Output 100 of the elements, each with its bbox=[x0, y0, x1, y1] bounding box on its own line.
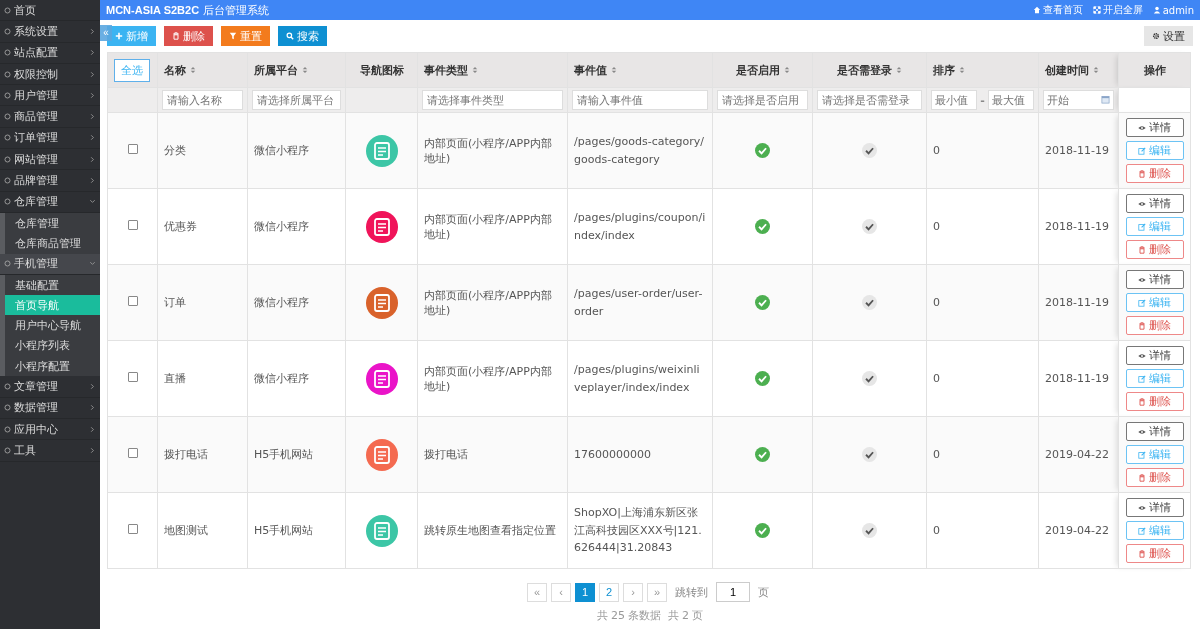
row-action-button[interactable]: 删除 bbox=[1125, 316, 1184, 335]
eye-icon bbox=[1138, 351, 1146, 360]
eye-icon bbox=[1138, 199, 1146, 208]
date-field[interactable]: 开始 bbox=[1043, 90, 1114, 110]
column-header: 创建时间 bbox=[1045, 62, 1089, 78]
min-field[interactable]: 最小值 bbox=[931, 90, 978, 110]
header-link[interactable]: 查看首页 bbox=[1032, 3, 1083, 17]
filter-field[interactable]: 请选择事件类型 bbox=[422, 90, 563, 110]
row-action-button[interactable]: 删除 bbox=[1125, 240, 1184, 259]
table-cell: 0 bbox=[933, 448, 940, 461]
row-checkbox[interactable] bbox=[127, 372, 138, 382]
filter-field[interactable]: 请选择所属平台 bbox=[252, 90, 341, 110]
row-action-button[interactable]: 详情 bbox=[1125, 194, 1184, 213]
toolbar-button[interactable]: 删除 bbox=[164, 26, 213, 46]
sidebar-item[interactable]: 文章管理 bbox=[0, 376, 100, 398]
search-icon bbox=[286, 32, 294, 40]
page-button[interactable]: 1 bbox=[575, 582, 595, 602]
filter-field[interactable]: 请输入名称 bbox=[162, 90, 243, 110]
table-cell: 地图测试 bbox=[164, 524, 208, 537]
table-cell: 直播 bbox=[164, 372, 186, 385]
column-header: 操作 bbox=[1143, 62, 1166, 78]
edit-icon bbox=[1138, 450, 1146, 459]
column-header: 名称 bbox=[164, 62, 186, 78]
trash-icon bbox=[172, 32, 180, 40]
row-action-button[interactable]: 删除 bbox=[1125, 468, 1184, 487]
brand-title: MCN-ASIA S2B2C bbox=[106, 4, 200, 16]
row-checkbox[interactable] bbox=[127, 524, 138, 534]
table-cell: 2019-04-22 bbox=[1045, 524, 1109, 537]
row-checkbox[interactable] bbox=[127, 296, 138, 306]
sidebar-subitem[interactable]: 仓库管理 bbox=[0, 212, 100, 234]
table-cell: 17600000000 bbox=[574, 447, 651, 461]
row-action-button[interactable]: 删除 bbox=[1125, 544, 1184, 563]
sort-icon[interactable] bbox=[959, 66, 965, 74]
table-cell: 内部页面(小程序/APP内部地址) bbox=[424, 288, 552, 317]
sidebar-subitem[interactable]: 用户中心导航 bbox=[0, 315, 100, 336]
sidebar-item[interactable]: 网站管理 bbox=[0, 149, 100, 171]
row-checkbox[interactable] bbox=[127, 144, 138, 154]
chevron-down-icon bbox=[89, 198, 96, 206]
circle-icon bbox=[4, 425, 11, 433]
sidebar-item[interactable]: 站点配置 bbox=[0, 42, 100, 64]
row-action-button[interactable]: 详情 bbox=[1125, 346, 1184, 365]
table-cell: 内部页面(小程序/APP内部地址) bbox=[424, 212, 552, 241]
filter-field[interactable]: 请选择是否启用 bbox=[717, 90, 808, 110]
table-cell: 分类 bbox=[164, 144, 186, 157]
edit-icon bbox=[1138, 222, 1146, 231]
filter-field[interactable]: 请选择是否需登录 bbox=[817, 90, 922, 110]
page-button[interactable]: 2 bbox=[599, 582, 619, 602]
sidebar-item[interactable]: 权限控制 bbox=[0, 63, 100, 86]
sort-icon[interactable] bbox=[190, 66, 196, 74]
sidebar-item[interactable]: 品牌管理 bbox=[0, 170, 100, 192]
plus-icon bbox=[115, 32, 123, 40]
expand-icon bbox=[1092, 6, 1101, 14]
filter-field[interactable]: 请输入事件值 bbox=[572, 90, 708, 110]
jump-label: 跳转到 bbox=[675, 584, 708, 600]
circle-icon bbox=[4, 27, 11, 35]
sort-icon[interactable] bbox=[783, 66, 790, 74]
table-cell: 内部页面(小程序/APP内部地址) bbox=[424, 364, 552, 393]
sidebar-item[interactable]: 仓库管理 bbox=[0, 191, 100, 213]
sidebar-subitem[interactable]: 基础配置 bbox=[0, 274, 100, 296]
sidebar-subitem[interactable]: 小程序列表 bbox=[0, 335, 100, 357]
max-field[interactable]: 最大值 bbox=[987, 90, 1034, 110]
column-header: 事件类型 bbox=[424, 62, 468, 78]
table-cell: 订单 bbox=[164, 296, 186, 309]
row-action-button[interactable]: 详情 bbox=[1125, 498, 1184, 517]
page-input[interactable]: 1 bbox=[716, 582, 750, 602]
sidebar-item[interactable]: 应用中心 bbox=[0, 418, 100, 441]
circle-icon bbox=[4, 6, 11, 14]
row-action-button[interactable]: 详情 bbox=[1125, 118, 1184, 137]
header-link[interactable]: 开启全屏 bbox=[1092, 3, 1143, 17]
circle-icon bbox=[4, 113, 11, 121]
circle-icon bbox=[4, 49, 11, 57]
settings-button[interactable]: 设置 bbox=[1144, 26, 1193, 46]
row-action-button[interactable]: 删除 bbox=[1125, 164, 1184, 183]
sidebar-item[interactable]: 数据管理 bbox=[0, 397, 100, 419]
sort-icon[interactable] bbox=[302, 66, 308, 74]
sidebar-item[interactable]: 订单管理 bbox=[0, 127, 100, 150]
column-header: 排序 bbox=[933, 62, 955, 78]
row-checkbox[interactable] bbox=[127, 220, 138, 230]
sidebar-subitem[interactable]: 仓库商品管理 bbox=[0, 233, 100, 254]
sort-icon[interactable] bbox=[611, 66, 617, 74]
sort-icon[interactable] bbox=[896, 66, 902, 74]
sort-icon[interactable] bbox=[1093, 66, 1099, 74]
row-action-button[interactable]: 删除 bbox=[1125, 392, 1184, 411]
sidebar-item[interactable]: 工具 bbox=[0, 440, 100, 462]
header-link[interactable]: admin bbox=[1152, 3, 1194, 17]
row-action-button[interactable]: 详情 bbox=[1125, 422, 1184, 441]
table-cell: 2018-11-19 bbox=[1045, 296, 1109, 309]
sort-icon[interactable] bbox=[472, 66, 478, 74]
table-cell: 跳转原生地图查看指定位置 bbox=[424, 524, 556, 537]
toolbar-button[interactable]: 搜索 bbox=[278, 26, 327, 46]
row-checkbox[interactable] bbox=[127, 448, 138, 458]
sidebar-item[interactable]: 手机管理 bbox=[0, 253, 100, 275]
row-action-button[interactable]: 详情 bbox=[1125, 270, 1184, 289]
sidebar-subitem[interactable]: 小程序配置 bbox=[0, 356, 100, 377]
sidebar-item[interactable]: 用户管理 bbox=[0, 85, 100, 107]
sidebar-item[interactable]: 商品管理 bbox=[0, 106, 100, 128]
eye-icon bbox=[1138, 503, 1146, 512]
circle-icon bbox=[4, 70, 11, 78]
chevron-right-icon bbox=[89, 404, 96, 412]
table-cell: 0 bbox=[933, 220, 940, 233]
